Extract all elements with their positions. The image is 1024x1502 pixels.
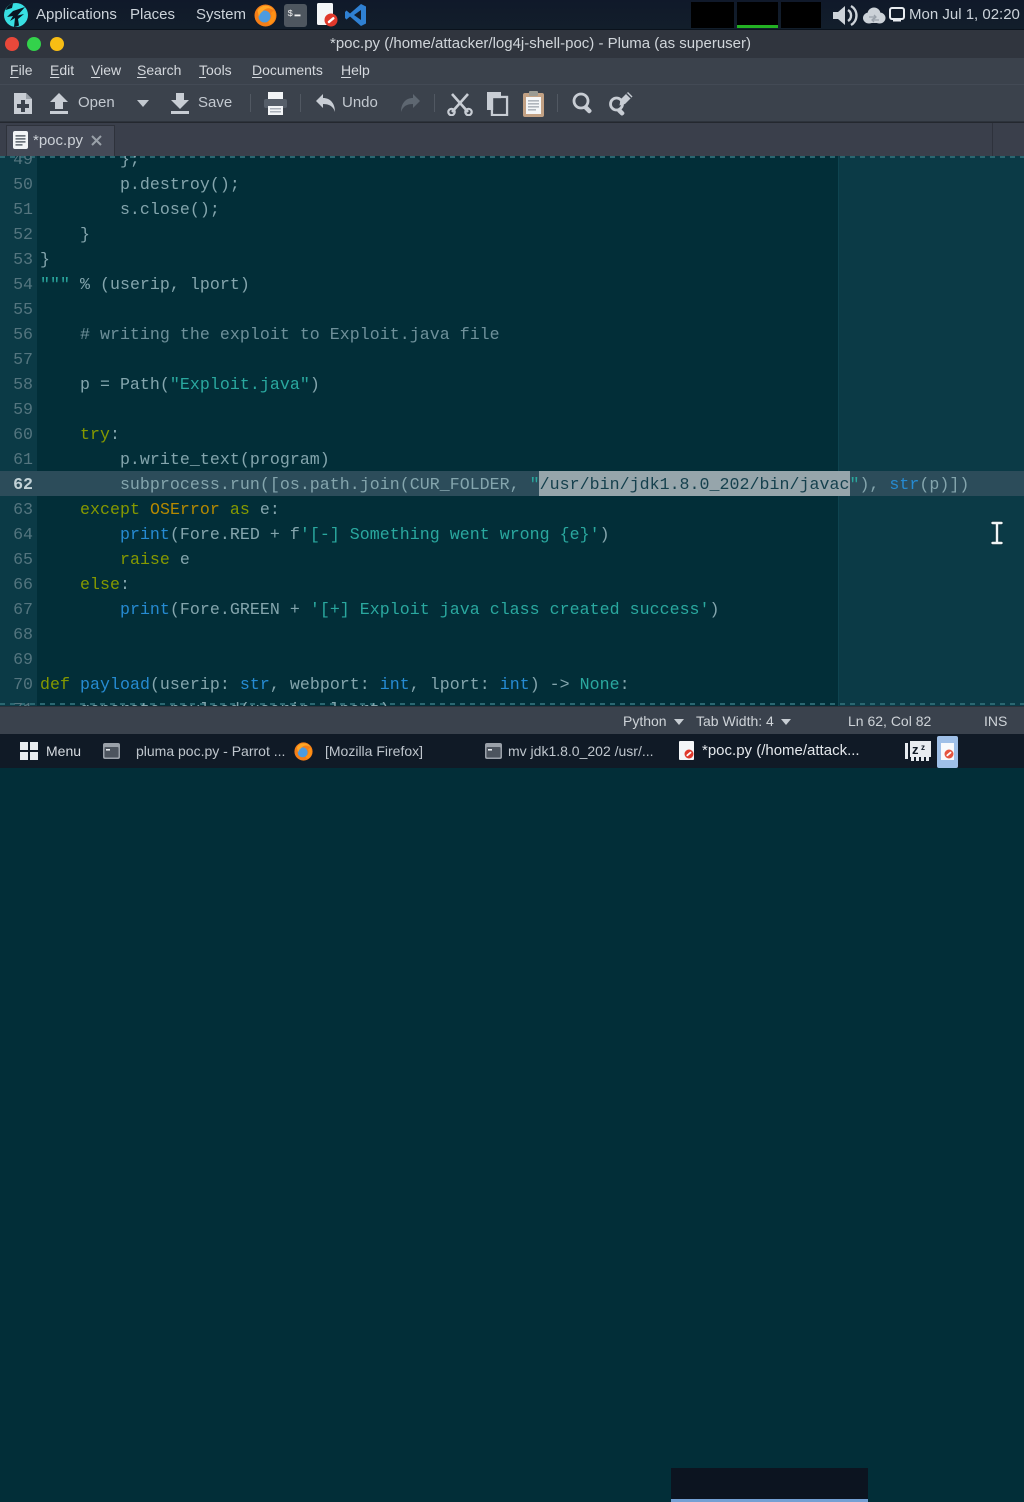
svg-text:z: z [921, 743, 925, 752]
svg-text:z: z [912, 742, 919, 757]
svg-text:$: $ [288, 9, 294, 19]
